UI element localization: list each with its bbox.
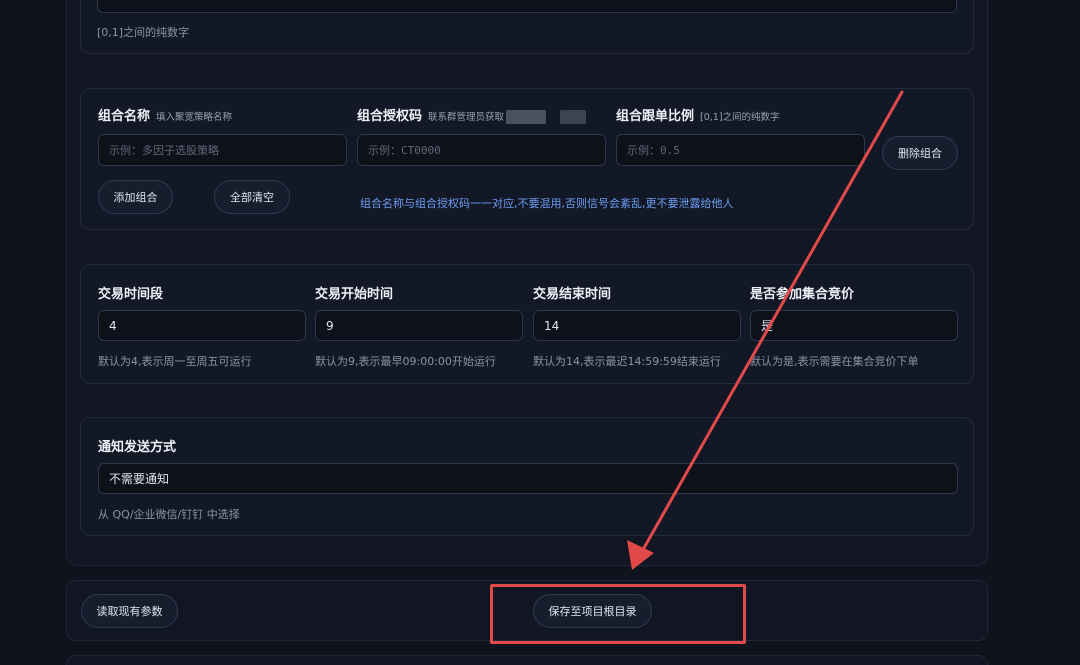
ratio-panel: [0,1]之间的纯数字: [80, 0, 974, 54]
combo-notice: 组合名称与组合授权码一一对应,不要混用,否则信号会紊乱,更不要泄露给他人: [360, 197, 734, 210]
combo-code-label-text: 组合授权码: [357, 109, 423, 124]
auction-input[interactable]: 是: [750, 310, 958, 341]
next-panel: [66, 655, 988, 665]
redaction-block: [506, 109, 547, 124]
ratio-hint: [0,1]之间的纯数字: [97, 26, 190, 39]
read-params-button[interactable]: 读取现有参数: [81, 594, 178, 628]
delete-combo-button[interactable]: 删除组合: [882, 136, 958, 170]
notify-hint: 从 QQ/企业微信/钉钉 中选择: [98, 508, 240, 521]
ratio-input-top[interactable]: [97, 0, 957, 13]
combo-ratio-input[interactable]: 示例：0.5: [616, 134, 865, 166]
trading-end-hint: 默认为14,表示最迟14:59:59结束运行: [533, 355, 721, 368]
combo-name-label-text: 组合名称: [98, 109, 151, 124]
trading-start-input[interactable]: 9: [315, 310, 523, 341]
combo-panel: 组合名称 填入聚宽策略名称 示例：多因子选股策略 组合授权码 联系群管理员获取 示例…: [80, 88, 974, 230]
combo-ratio-label-text: 组合跟单比例: [616, 109, 695, 124]
trading-period-hint: 默认为4,表示周一至周五可运行: [98, 355, 252, 368]
notify-label: 通知发送方式: [98, 440, 177, 455]
trading-start-hint: 默认为9,表示最早09:00:00开始运行: [315, 355, 496, 368]
trading-panel: 交易时间段 4 默认为4,表示周一至周五可运行 交易开始时间 9 默认为9,表示…: [80, 264, 974, 384]
auction-label: 是否参加集合竞价: [750, 287, 855, 302]
auction-hint: 默认为是,表示需要在集合竞价下单: [750, 355, 919, 368]
trading-end-label: 交易结束时间: [533, 287, 612, 302]
add-combo-button[interactable]: 添加组合: [98, 180, 173, 214]
annotation-highlight-box: [490, 584, 746, 644]
notify-panel: 通知发送方式 不需要通知 从 QQ/企业微信/钉钉 中选择: [80, 417, 974, 536]
combo-name-label: 组合名称 填入聚宽策略名称: [98, 105, 232, 124]
clear-all-button[interactable]: 全部清空: [214, 180, 290, 214]
combo-code-input[interactable]: 示例：CT0000: [357, 134, 606, 166]
combo-name-input[interactable]: 示例：多因子选股策略: [98, 134, 347, 166]
combo-name-sublabel: 填入聚宽策略名称: [156, 112, 233, 123]
trading-period-input[interactable]: 4: [98, 310, 306, 341]
notify-select[interactable]: 不需要通知: [98, 463, 958, 494]
trading-period-label: 交易时间段: [98, 287, 164, 302]
combo-code-label: 组合授权码 联系群管理员获取: [357, 105, 587, 124]
combo-ratio-label: 组合跟单比例 [0,1]之间的纯数字: [616, 105, 780, 124]
trading-start-label: 交易开始时间: [315, 287, 394, 302]
trading-end-input[interactable]: 14: [533, 310, 741, 341]
redaction-block: [560, 109, 587, 124]
combo-code-sublabel: 联系群管理员获取: [428, 112, 505, 123]
combo-ratio-sublabel: [0,1]之间的纯数字: [700, 112, 780, 123]
